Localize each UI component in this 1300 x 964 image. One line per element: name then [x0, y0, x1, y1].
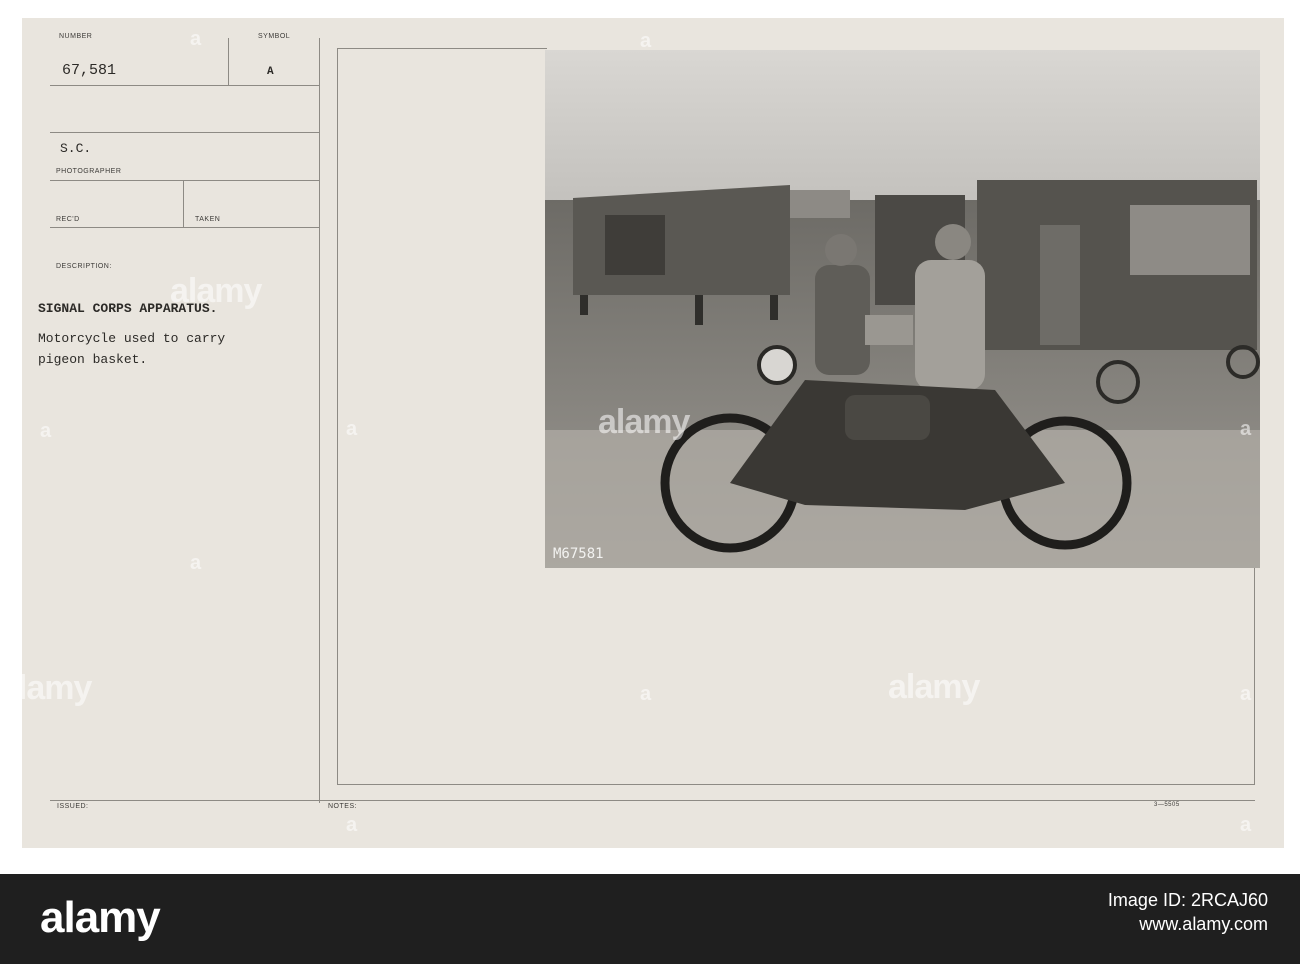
distant-building: [780, 190, 850, 218]
watermark-letter-5: a: [1240, 418, 1252, 440]
number-label: NUMBER: [59, 33, 93, 40]
watermark-letter-9: a: [346, 814, 358, 836]
watermark-1: alamy: [170, 272, 262, 310]
frame-left: [337, 48, 338, 784]
watermark-4: alamy: [888, 668, 980, 706]
rider: [915, 260, 985, 390]
frame-top: [337, 48, 547, 49]
photo-scene: M67581: [545, 50, 1260, 568]
image-id: Image ID: 2RCAJ60: [1107, 890, 1268, 910]
form-code: 3—5505: [1154, 802, 1180, 808]
taken-label: TAKEN: [195, 216, 221, 223]
number-value: 67,581: [62, 62, 117, 79]
watermark-letter-3: a: [40, 420, 52, 442]
watermark-letter-6: a: [190, 552, 202, 574]
stock-info: Image ID: 2RCAJ60 www.alamy.com: [1108, 888, 1268, 936]
rule-3: [50, 180, 320, 181]
sc-value: S.C.: [60, 141, 92, 156]
watermark-letter-1: a: [190, 28, 202, 50]
soldier-standing: [815, 265, 870, 375]
symbol-label: SYMBOL: [258, 33, 291, 40]
recd-divider: [183, 180, 184, 228]
rider-head: [935, 224, 971, 260]
watermark-letter-2: a: [640, 30, 652, 52]
mounted-photograph: M67581: [545, 50, 1260, 568]
watermark-letter-10: a: [1240, 814, 1252, 836]
negative-number: M67581: [553, 546, 604, 562]
stock-footer-bar: [0, 874, 1300, 964]
site-url[interactable]: www.alamy.com: [1108, 912, 1268, 936]
wagon-window: [1130, 205, 1250, 275]
description-line-2: pigeon basket.: [38, 352, 148, 367]
number-divider: [228, 38, 229, 86]
recd-label: REC'D: [56, 216, 80, 223]
rule-4: [50, 227, 320, 228]
alamy-logo: alamy: [40, 893, 161, 942]
notes-label: NOTES:: [328, 803, 358, 810]
motorcycle-tank: [845, 395, 930, 440]
rule-bottom: [50, 800, 1255, 801]
loft-door: [605, 215, 665, 275]
pigeon-basket: [865, 315, 913, 345]
watermark-letter-4: a: [346, 418, 358, 440]
rule-1: [50, 85, 320, 86]
stock-photo-frame: NUMBER 67,581 SYMBOL A S.C. PHOTOGRAPHER…: [0, 0, 1300, 964]
description-label: DESCRIPTION:: [56, 263, 112, 270]
watermark-letter-7: a: [640, 683, 652, 705]
watermark-2: alamy: [598, 403, 690, 441]
soldier-head: [825, 234, 857, 266]
issued-label: ISSUED:: [57, 803, 89, 810]
photographer-label: PHOTOGRAPHER: [56, 168, 122, 175]
watermark-letter-8: a: [1240, 683, 1252, 705]
description-line-1: Motorcycle used to carry: [38, 331, 226, 346]
column-divider: [319, 38, 320, 803]
frame-right: [1254, 568, 1255, 784]
rule-2: [50, 132, 320, 133]
frame-bottom: [337, 784, 1255, 785]
symbol-value: A: [267, 66, 274, 78]
motorcycle-headlamp: [757, 345, 797, 385]
watermark-3: alamy: [0, 669, 92, 707]
wagon-tank: [1040, 225, 1080, 345]
